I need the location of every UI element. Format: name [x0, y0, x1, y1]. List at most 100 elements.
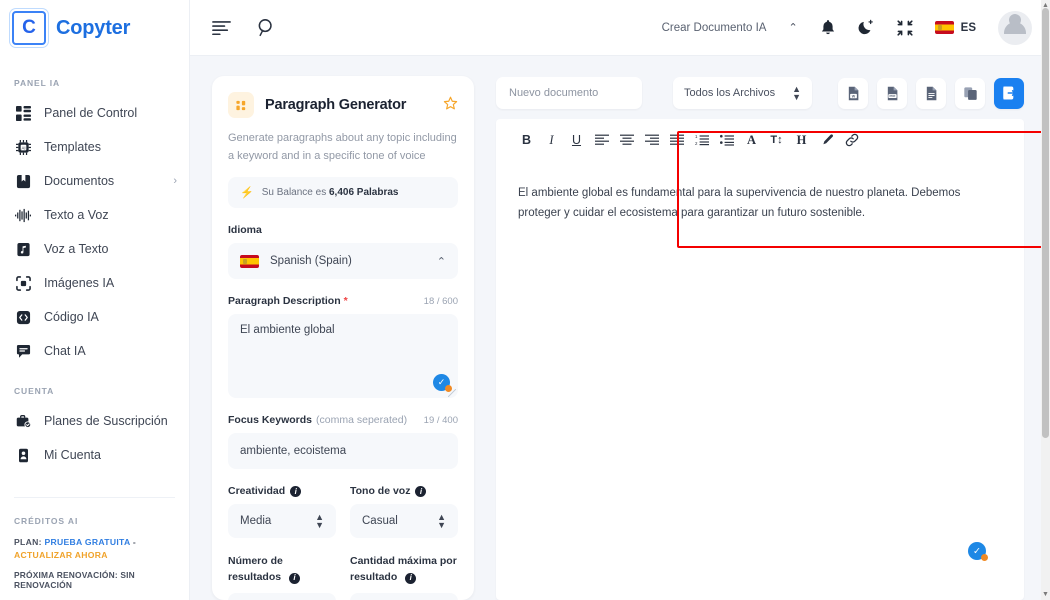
plan-line: PLAN: PRUEBA GRATUITA - ACTUALIZAR AHORA: [14, 536, 175, 562]
sidebar-item-documentos[interactable]: Documentos ›: [0, 164, 189, 198]
sidebar-item-templates[interactable]: AI Templates: [0, 130, 189, 164]
paragraph-blocks-icon: [228, 92, 254, 118]
star-outline-icon[interactable]: [443, 96, 458, 115]
svg-text:2: 2: [695, 141, 698, 146]
info-icon[interactable]: i: [415, 485, 427, 497]
language-select-value: Spanish (Spain): [270, 255, 352, 268]
briefcase-icon: [14, 412, 32, 430]
max-field-label: Cantidad máxima por resultado i: [350, 554, 458, 586]
menu-align-left-icon[interactable]: [212, 20, 231, 35]
required-asterisk: *: [343, 295, 348, 308]
export-word-button[interactable]: W: [838, 77, 869, 109]
focus-keywords-input[interactable]: ambiente, ecoistema: [228, 433, 458, 470]
description-label-text: Paragraph Description: [228, 295, 341, 308]
sidebar-item-label: Templates: [44, 140, 101, 154]
heading-button[interactable]: H: [789, 129, 814, 151]
keywords-label-text: Focus Keywords: [228, 414, 313, 427]
page-scrollbar[interactable]: ▲ ▼: [1041, 0, 1050, 600]
sidebar-item-imagenes-ia[interactable]: Imágenes IA: [0, 266, 189, 300]
export-pdf-button[interactable]: PDF: [877, 77, 908, 109]
results-row: Número de resultados i 1 Cantidad máxima…: [228, 538, 458, 600]
main-area: Crear Documento IA ⌃ ES Paragraph Genera…: [190, 0, 1050, 600]
highlight-button[interactable]: [814, 129, 839, 151]
bold-button[interactable]: B: [514, 129, 539, 151]
editor-content[interactable]: El ambiente global es fundamental para l…: [496, 155, 1016, 223]
tone-select[interactable]: Casual ▲ ▼: [350, 504, 458, 539]
bell-icon[interactable]: [820, 19, 836, 36]
creativity-tone-row: Creatividad i Media ▲ ▼ Tono de voz i Ca…: [228, 469, 458, 539]
rich-text-editor[interactable]: B I U 12 A T↕ H El ambiente global es fu…: [496, 119, 1024, 600]
create-document-link[interactable]: Crear Documento IA: [662, 22, 767, 34]
sidebar-item-label: Documentos: [44, 174, 115, 188]
plan-upgrade-link[interactable]: ACTUALIZAR AHORA: [14, 550, 108, 560]
unordered-list-button[interactable]: [714, 129, 739, 151]
file-filter-select[interactable]: Todos los Archivos ▲ ▼: [672, 77, 813, 109]
document-toolbar: Nuevo documento Todos los Archivos ▲ ▼ W …: [496, 76, 1025, 110]
scroll-down-arrow-icon[interactable]: ▼: [1042, 591, 1049, 598]
max-per-result-input[interactable]: 30: [350, 592, 458, 600]
align-right-button[interactable]: [639, 129, 664, 151]
tone-column: Tono de voz i Casual ▲ ▼: [350, 469, 458, 539]
renewal-line: PRÓXIMA RENOVACIÓN: SIN RENOVACIÓN: [14, 570, 135, 590]
dashboard-icon: [14, 104, 32, 122]
align-left-button[interactable]: [589, 129, 614, 151]
save-document-button[interactable]: [994, 77, 1025, 109]
sidebar-item-voz-a-texto[interactable]: Voz a Texto: [0, 232, 189, 266]
svg-text:PDF: PDF: [889, 94, 895, 98]
sidebar-section-account: CUENTA: [14, 386, 55, 396]
editor-panel: Nuevo documento Todos los Archivos ▲ ▼ W …: [496, 76, 1025, 600]
topbar-right: Crear Documento IA ⌃ ES: [662, 10, 1032, 45]
sidebar-item-codigo-ia[interactable]: Código IA: [0, 300, 189, 334]
svg-text:AI: AI: [21, 145, 25, 150]
creativity-select[interactable]: Media ▲ ▼: [228, 504, 336, 539]
collapse-screen-icon[interactable]: [897, 19, 913, 36]
tone-value: Casual: [362, 515, 398, 528]
results-count-input[interactable]: 1: [228, 592, 336, 600]
font-color-button[interactable]: A: [739, 129, 764, 151]
moon-star-icon[interactable]: [858, 19, 875, 36]
info-icon[interactable]: i: [290, 485, 302, 497]
sidebar-item-label: Mi Cuenta: [44, 448, 101, 462]
sidebar-item-mi-cuenta[interactable]: Mi Cuenta: [0, 438, 189, 472]
avatar[interactable]: [998, 10, 1032, 45]
align-justify-button[interactable]: [664, 129, 689, 151]
info-icon[interactable]: i: [289, 572, 301, 584]
sidebar-item-texto-a-voz[interactable]: Texto a Voz: [0, 198, 189, 232]
chevron-up-icon[interactable]: ⌃: [788, 21, 797, 34]
copy-button[interactable]: [955, 77, 986, 109]
language-label: ES: [960, 21, 976, 34]
search-icon[interactable]: [257, 18, 276, 37]
language-select[interactable]: Spanish (Spain) ⌃: [228, 243, 458, 280]
generator-title: Paragraph Generator: [265, 97, 407, 113]
font-size-button[interactable]: T↕: [764, 129, 789, 151]
sidebar-item-planes-de-suscripcion[interactable]: Planes de Suscripción: [0, 404, 189, 438]
document-name-input[interactable]: Nuevo documento: [496, 77, 642, 109]
content-area: Paragraph Generator Generate paragraphs …: [190, 56, 1050, 600]
avatar-head: [1009, 13, 1021, 26]
plan-prefix: PLAN:: [14, 537, 42, 548]
italic-button[interactable]: I: [539, 129, 564, 151]
brand-mark: C: [12, 11, 46, 45]
sidebar-item-label: Texto a Voz: [44, 208, 109, 222]
link-button[interactable]: [839, 129, 864, 151]
results-field-label: Número de resultados i: [228, 554, 336, 586]
paragraph-description-input[interactable]: El ambiente global ✓: [228, 314, 458, 399]
scroll-thumb[interactable]: [1042, 8, 1049, 438]
ordered-list-button[interactable]: 12: [689, 129, 714, 151]
grammarly-badge-icon[interactable]: ✓: [968, 542, 988, 561]
language-selector[interactable]: ES: [934, 21, 976, 34]
creativity-label-text: Creatividad: [228, 485, 286, 498]
brand-logo[interactable]: C Copyter: [0, 0, 189, 56]
chat-icon: [14, 342, 32, 360]
align-center-button[interactable]: [614, 129, 639, 151]
export-text-button[interactable]: [916, 77, 947, 109]
generator-description: Generate paragraphs about any topic incl…: [228, 132, 457, 163]
info-icon[interactable]: i: [405, 572, 417, 584]
results-label-text: Número de resultados: [228, 555, 283, 584]
sidebar-item-label: Código IA: [44, 310, 99, 324]
underline-button[interactable]: U: [564, 129, 589, 151]
file-filter-value: Todos los Archivos: [683, 87, 776, 99]
resize-handle[interactable]: [448, 389, 456, 398]
sidebar-item-panel-de-control[interactable]: Panel de Control: [0, 96, 189, 130]
sidebar-item-chat-ia[interactable]: Chat IA: [0, 334, 189, 368]
